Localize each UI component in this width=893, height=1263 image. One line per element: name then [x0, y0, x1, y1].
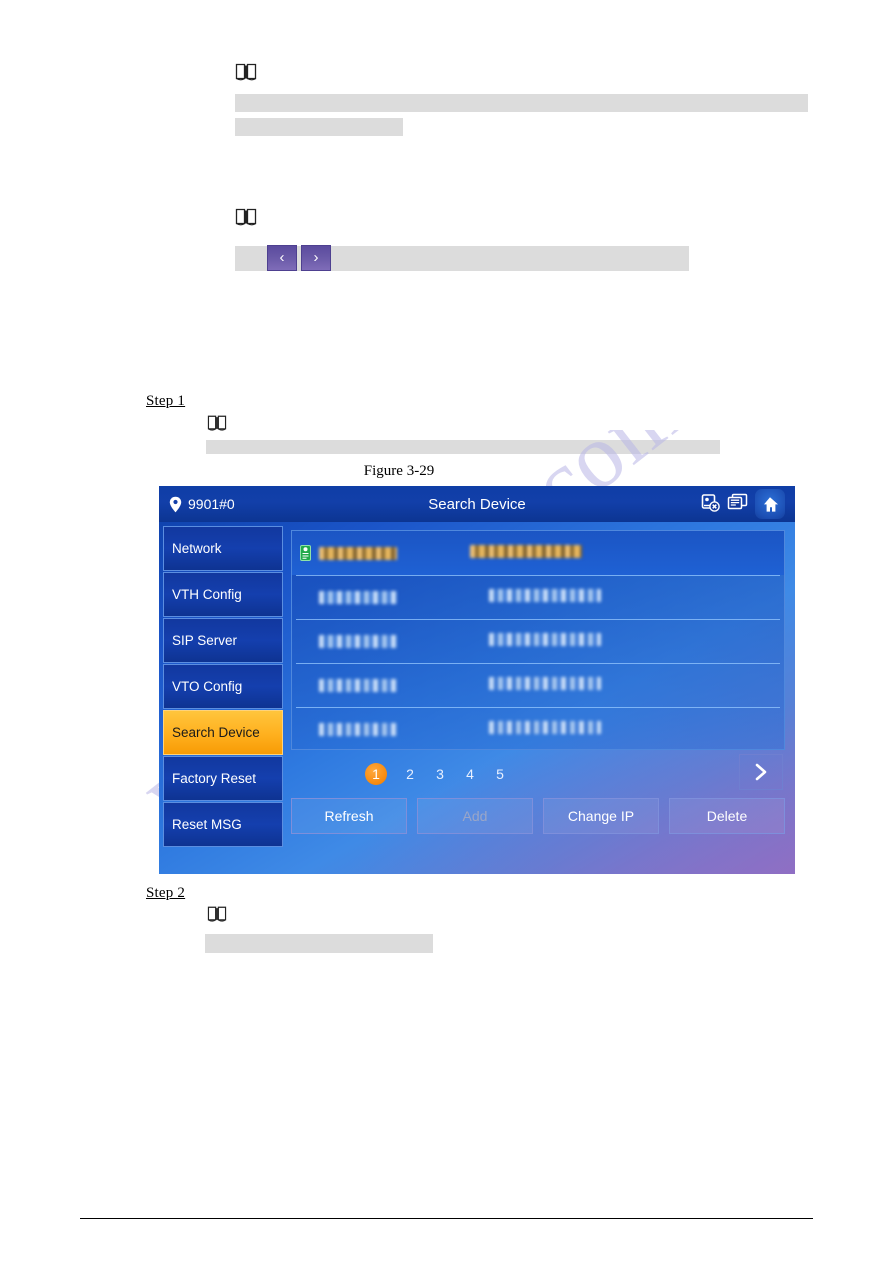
redacted-text-line [206, 440, 720, 454]
redacted-text-line [235, 94, 808, 112]
note-block-4 [207, 905, 229, 925]
chevron-right-icon [755, 763, 767, 781]
unlock-cancel-icon[interactable] [701, 493, 720, 515]
sidebar-item-label: Reset MSG [172, 817, 242, 832]
device-content: 1 2 3 4 5 Refresh Add Change IP Delete [283, 522, 795, 874]
add-button[interactable]: Add [417, 798, 533, 834]
page-number-2[interactable]: 2 [395, 766, 425, 782]
sidebar-item-sip-server[interactable]: SIP Server [163, 618, 283, 663]
pagination: 1 2 3 4 5 [291, 750, 785, 798]
device-title-bar: 9901#0 Search Device [159, 486, 795, 522]
device-name-value [489, 633, 601, 646]
footer-divider [80, 1218, 813, 1219]
inline-next-button[interactable]: › [301, 245, 331, 271]
note-book-icon [235, 62, 257, 82]
table-row[interactable] [292, 531, 784, 575]
page-number-3[interactable]: 3 [425, 766, 455, 782]
device-ip-value [319, 634, 397, 648]
sidebar-item-label: VTO Config [172, 679, 243, 694]
redacted-text-line [235, 118, 403, 136]
note-block-1 [235, 62, 257, 82]
home-icon[interactable] [755, 489, 785, 519]
action-buttons: Refresh Add Change IP Delete [291, 798, 785, 844]
device-ip-value [319, 546, 397, 560]
next-page-button[interactable] [739, 754, 783, 790]
step-2-label: Step 2 [146, 885, 186, 901]
refresh-button[interactable]: Refresh [291, 798, 407, 834]
device-ip-value [319, 722, 397, 736]
figure-caption: Figure 3-29 [363, 463, 435, 479]
device-name-value [489, 677, 601, 690]
sidebar-item-label: SIP Server [172, 633, 238, 648]
page-number-5[interactable]: 5 [485, 766, 515, 782]
sidebar-item-label: Network [172, 541, 222, 556]
table-row[interactable] [292, 707, 784, 751]
sidebar-item-vto-config[interactable]: VTO Config [163, 664, 283, 709]
note-book-icon [207, 905, 229, 925]
manual-page: ‹ › Step 1 Figure 3-29 www.dhgate.com 99… [0, 0, 893, 1263]
device-ip-value [319, 590, 397, 604]
note-block-3 [207, 414, 229, 434]
change-ip-button[interactable]: Change IP [543, 798, 659, 834]
sidebar-item-reset-msg[interactable]: Reset MSG [163, 802, 283, 847]
device-name-value [489, 589, 601, 602]
sidebar-item-label: Factory Reset [172, 771, 257, 786]
sidebar-item-vth-config[interactable]: VTH Config [163, 572, 283, 617]
sidebar-item-label: Search Device [172, 725, 260, 740]
table-row[interactable] [292, 575, 784, 619]
note-book-icon [235, 207, 257, 227]
room-number: 9901#0 [188, 496, 235, 512]
device-ip-value [319, 678, 397, 692]
device-sidebar: Network VTH Config SIP Server VTO Config… [159, 522, 283, 874]
sidebar-item-search-device[interactable]: Search Device [163, 710, 283, 755]
device-body: Network VTH Config SIP Server VTO Config… [159, 522, 795, 874]
device-screenshot: 9901#0 Search Device Network VTH Config … [159, 486, 795, 874]
sidebar-item-network[interactable]: Network [163, 526, 283, 571]
page-number-4[interactable]: 4 [455, 766, 485, 782]
inline-previous-button[interactable]: ‹ [267, 245, 297, 271]
note-book-icon [207, 414, 229, 434]
monitor-icon[interactable] [727, 493, 748, 515]
table-row[interactable] [292, 663, 784, 707]
sidebar-item-factory-reset[interactable]: Factory Reset [163, 756, 283, 801]
room-indicator: 9901#0 [169, 496, 329, 513]
device-name-value [470, 545, 582, 558]
page-number-1[interactable]: 1 [365, 763, 387, 785]
device-list [291, 530, 785, 750]
sidebar-item-label: VTH Config [172, 587, 242, 602]
step-1-label: Step 1 [146, 393, 186, 409]
table-row[interactable] [292, 619, 784, 663]
note-block-2 [235, 207, 257, 227]
device-status-icon [300, 545, 311, 561]
location-pin-icon [169, 496, 182, 512]
delete-button[interactable]: Delete [669, 798, 785, 834]
redacted-text-line [205, 934, 433, 953]
device-name-value [489, 721, 601, 734]
